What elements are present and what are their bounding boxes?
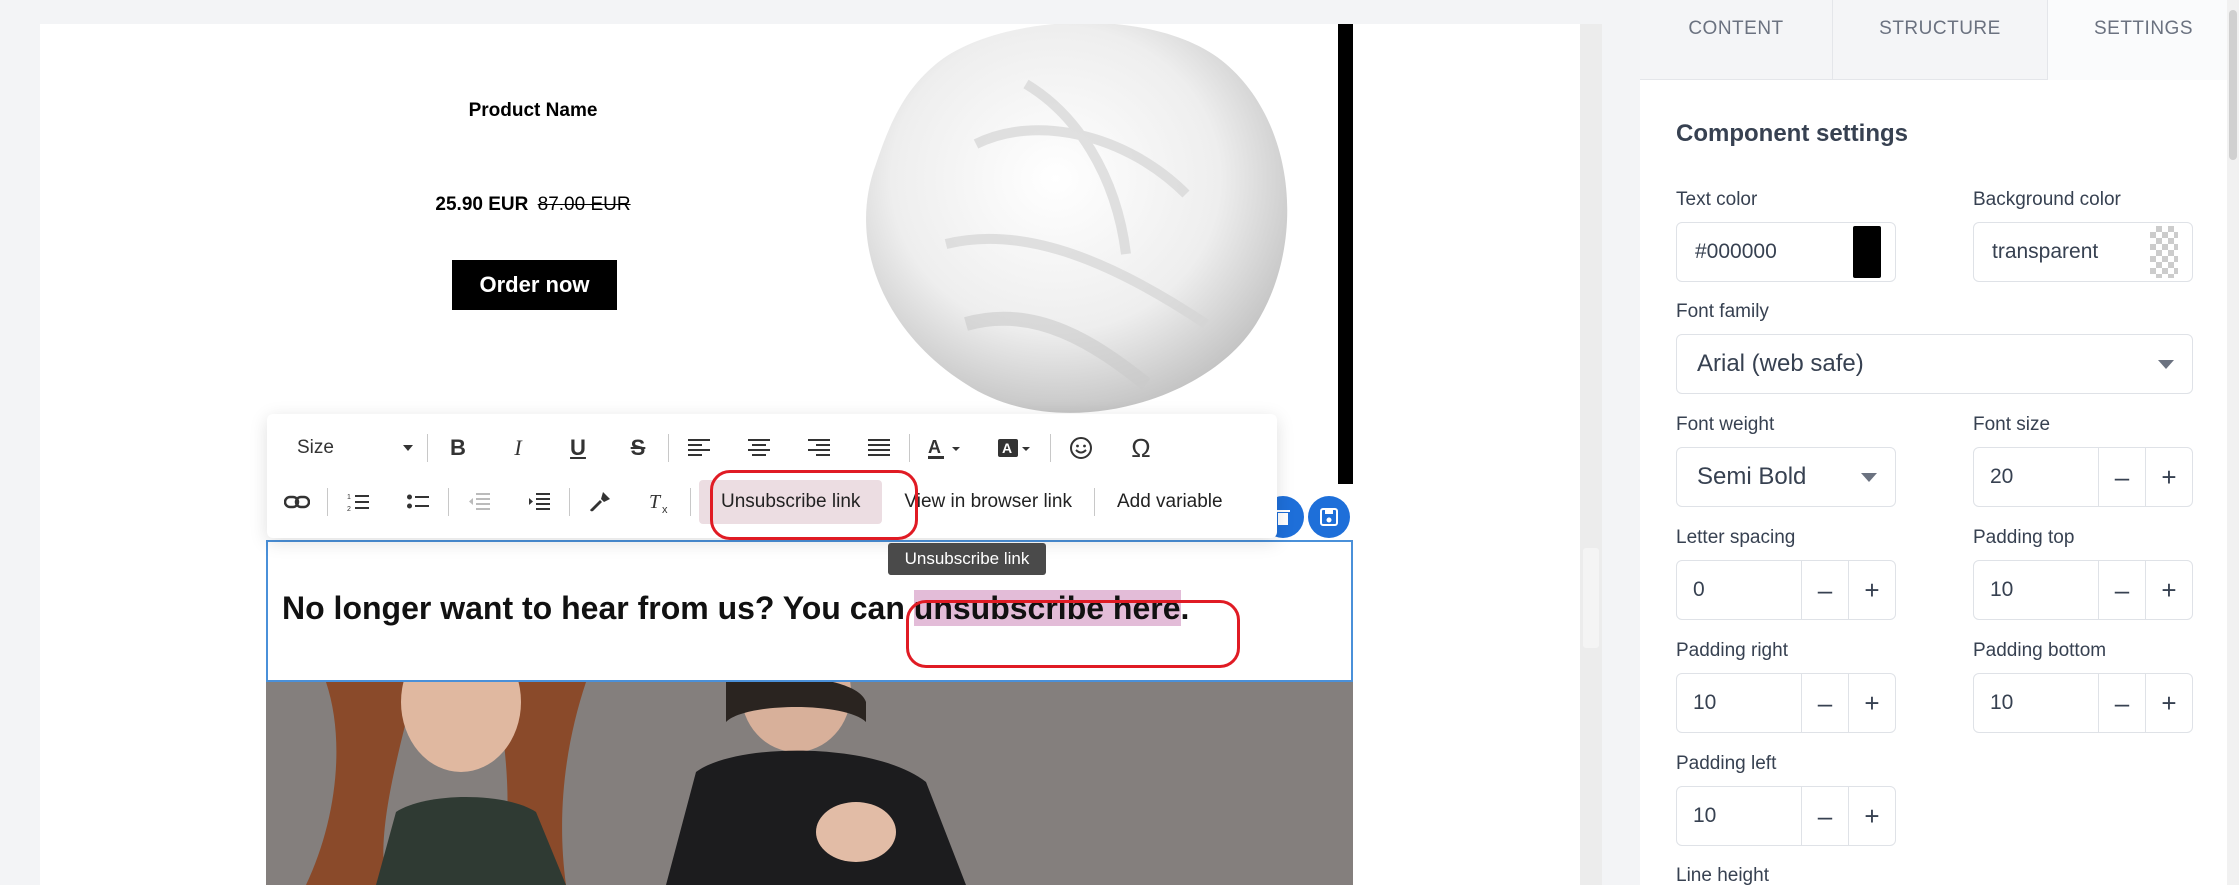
padding-left-value[interactable]: 10 — [1677, 804, 1801, 828]
align-center-icon[interactable] — [729, 426, 789, 470]
minus-icon[interactable]: – — [2098, 674, 2145, 732]
plus-icon[interactable]: + — [2145, 674, 2192, 732]
link-icon[interactable] — [267, 480, 327, 524]
padding-right-value[interactable]: 10 — [1677, 691, 1801, 715]
background-color-value: transparent — [1992, 240, 2099, 263]
chevron-down-icon — [1861, 472, 1877, 482]
numbered-list-icon[interactable]: 12 — [328, 480, 388, 524]
product-image[interactable] — [826, 24, 1326, 434]
padding-bottom-stepper[interactable]: 10 – + — [1973, 673, 2193, 733]
bullet-list-icon[interactable] — [388, 480, 448, 524]
price-current: 25.90 EUR — [435, 194, 529, 215]
font-family-select[interactable]: Arial (web safe) — [1676, 334, 2193, 394]
divider-bar — [1338, 24, 1353, 484]
padding-right-stepper[interactable]: 10 – + — [1676, 673, 1896, 733]
tab-content[interactable]: CONTENT — [1640, 0, 1833, 80]
font-weight-label: Font weight — [1676, 414, 1775, 435]
highlight-ring-link — [906, 600, 1240, 668]
align-right-icon[interactable] — [789, 426, 849, 470]
text-color-field[interactable]: #000000 — [1676, 222, 1896, 282]
models-image[interactable] — [266, 682, 1353, 885]
svg-text:A: A — [928, 437, 941, 457]
chevron-down-icon — [2158, 359, 2174, 369]
align-justify-icon[interactable] — [849, 426, 909, 470]
product-price: 25.90 EUR 87.00 EUR — [411, 194, 655, 216]
font-size-select[interactable]: Size — [267, 426, 427, 470]
padding-bottom-value[interactable]: 10 — [1974, 691, 2098, 715]
svg-text:x: x — [662, 504, 668, 514]
outdent-icon[interactable] — [449, 480, 509, 524]
padding-bottom-label: Padding bottom — [1973, 640, 2107, 661]
toolbar-separator — [690, 488, 691, 516]
panel-tabs: CONTENT STRUCTURE SETTINGS — [1640, 0, 2239, 80]
plus-icon[interactable]: + — [2145, 561, 2192, 619]
chevron-down-icon — [403, 445, 413, 451]
background-color-swatch[interactable] — [2150, 226, 2178, 278]
clear-formatting-icon[interactable]: Tx — [630, 480, 690, 524]
text-color-label: Text color — [1676, 189, 1758, 210]
text-color-icon[interactable]: A — [910, 426, 980, 470]
svg-text:1: 1 — [347, 494, 351, 501]
font-size-stepper[interactable]: 20 – + — [1973, 447, 2193, 507]
unsubscribe-tooltip: Unsubscribe link — [888, 543, 1046, 575]
settings-panel: CONTENT STRUCTURE SETTINGS Component set… — [1640, 0, 2239, 885]
background-color-field[interactable]: transparent — [1973, 222, 2193, 282]
padding-left-stepper[interactable]: 10 – + — [1676, 786, 1896, 846]
bold-icon[interactable]: B — [428, 426, 488, 470]
save-icon[interactable] — [1308, 496, 1350, 538]
font-family-label: Font family — [1676, 301, 1769, 322]
letter-spacing-stepper[interactable]: 0 – + — [1676, 560, 1896, 620]
minus-icon[interactable]: – — [1801, 561, 1848, 619]
panel-scroll-thumb[interactable] — [2229, 10, 2237, 160]
text-color-swatch[interactable] — [1853, 226, 1881, 278]
line-height-label: Line height — [1676, 865, 1769, 885]
highlight-ring-unsubscribe-button — [710, 470, 918, 540]
letter-spacing-value[interactable]: 0 — [1677, 578, 1801, 602]
svg-text:2: 2 — [347, 506, 351, 512]
minus-icon[interactable]: – — [1801, 674, 1848, 732]
indent-icon[interactable] — [509, 480, 569, 524]
strikethrough-icon[interactable]: S — [608, 426, 668, 470]
padding-right-label: Padding right — [1676, 640, 1788, 661]
product-name: Product Name — [468, 100, 598, 121]
letter-spacing-label: Letter spacing — [1676, 527, 1796, 548]
add-variable-button[interactable]: Add variable — [1095, 480, 1245, 524]
padding-top-stepper[interactable]: 10 – + — [1973, 560, 2193, 620]
padding-top-label: Padding top — [1973, 527, 2075, 548]
order-now-button[interactable]: Order now — [452, 260, 617, 310]
emoji-icon[interactable] — [1051, 426, 1111, 470]
panel-title: Component settings — [1676, 120, 1908, 147]
padding-left-label: Padding left — [1676, 753, 1777, 774]
underline-icon[interactable]: U — [548, 426, 608, 470]
size-label: Size — [297, 437, 334, 458]
tab-structure[interactable]: STRUCTURE — [1833, 0, 2048, 80]
special-characters-icon[interactable]: Ω — [1111, 426, 1171, 470]
plus-icon[interactable]: + — [1848, 561, 1895, 619]
plus-icon[interactable]: + — [2145, 448, 2192, 506]
plus-icon[interactable]: + — [1848, 674, 1895, 732]
canvas-scrollbar[interactable] — [1580, 24, 1602, 885]
price-old: 87.00 EUR — [537, 194, 631, 215]
background-color-icon[interactable]: A — [980, 426, 1050, 470]
svg-text:A: A — [1002, 440, 1012, 456]
text-before: No longer want to hear from us? You can — [282, 590, 914, 626]
padding-top-value[interactable]: 10 — [1974, 578, 2098, 602]
font-family-value: Arial (web safe) — [1697, 350, 1864, 377]
minus-icon[interactable]: – — [2098, 448, 2145, 506]
font-weight-value: Semi Bold — [1697, 463, 1807, 490]
italic-icon[interactable]: I — [488, 426, 548, 470]
format-painter-icon[interactable] — [570, 480, 630, 524]
font-size-label: Font size — [1973, 414, 2051, 435]
plus-icon[interactable]: + — [1848, 787, 1895, 845]
background-color-label: Background color — [1973, 189, 2121, 210]
tab-settings[interactable]: SETTINGS — [2048, 0, 2239, 80]
canvas-scroll-thumb[interactable] — [1583, 548, 1599, 648]
svg-text:T: T — [649, 491, 662, 513]
minus-icon[interactable]: – — [1801, 787, 1848, 845]
text-color-value: #000000 — [1695, 240, 1777, 263]
font-weight-select[interactable]: Semi Bold — [1676, 447, 1896, 507]
minus-icon[interactable]: – — [2098, 561, 2145, 619]
font-size-value[interactable]: 20 — [1974, 465, 2098, 489]
align-left-icon[interactable] — [669, 426, 729, 470]
